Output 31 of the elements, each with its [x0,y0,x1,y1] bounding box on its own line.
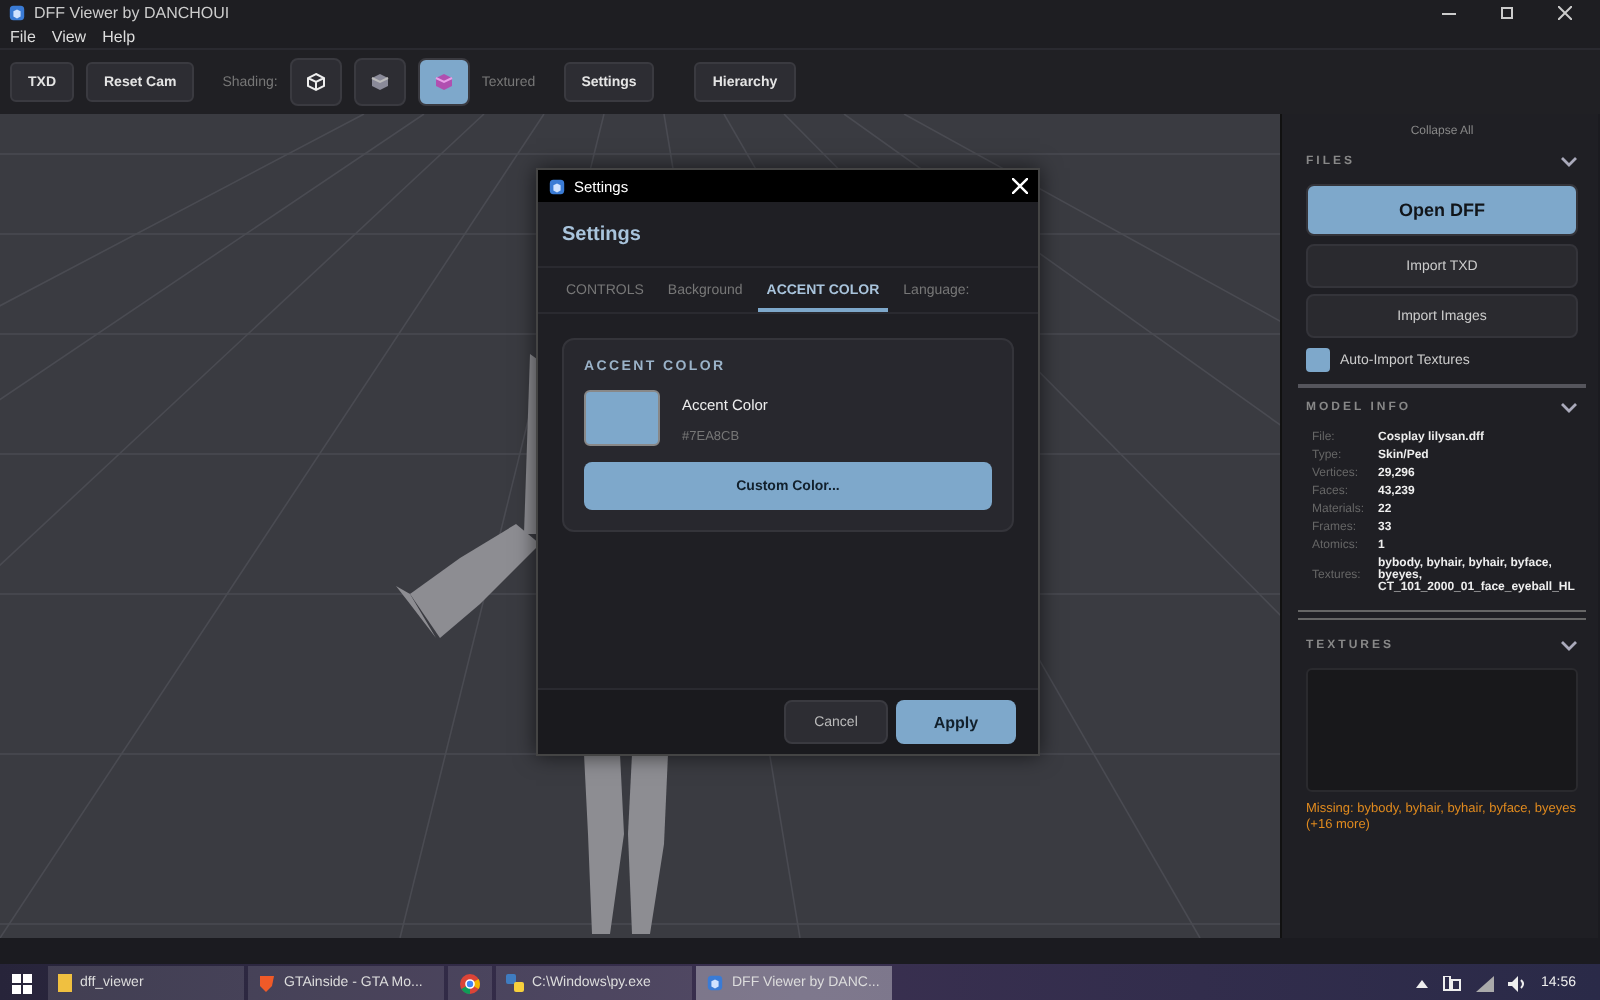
cube-logo-icon [8,3,26,21]
window-title: DFF Viewer by DANCHOUI [34,3,230,21]
menu-item[interactable]: Help [102,27,136,45]
close-icon[interactable] [1558,5,1572,19]
network-icon[interactable] [1442,975,1463,991]
windows-start-icon[interactable] [12,973,32,993]
dialog-heading: Settings [562,224,641,246]
maximize-icon[interactable] [1500,5,1514,19]
solid-cube-icon [369,72,390,92]
primary-button[interactable]: Open DFF [1306,184,1578,236]
chevron-down-icon[interactable] [1560,402,1578,414]
chevron-down-icon[interactable] [1560,156,1578,168]
color-swatch[interactable] [584,390,660,446]
menu-item[interactable]: View [51,27,87,45]
speaker-icon[interactable] [1508,975,1527,991]
caret-up-icon[interactable] [1416,979,1429,987]
checkbox[interactable] [1306,348,1330,372]
apply-button[interactable]: Apply [896,700,1016,744]
textured-cube-icon [433,72,454,92]
cube-logo-icon [548,177,566,195]
shading-mode-button[interactable] [289,58,342,106]
menu-item[interactable]: File [10,27,36,45]
python-icon [506,974,524,992]
shading-mode-button[interactable] [417,58,470,106]
signal-icon[interactable] [1476,975,1495,991]
shield-icon [258,974,276,992]
chevron-down-icon[interactable] [1560,640,1578,652]
folder-icon [58,974,72,992]
wireframe-cube-icon [305,72,326,92]
browser-icon[interactable] [460,973,480,993]
cube-logo-icon [706,974,724,992]
